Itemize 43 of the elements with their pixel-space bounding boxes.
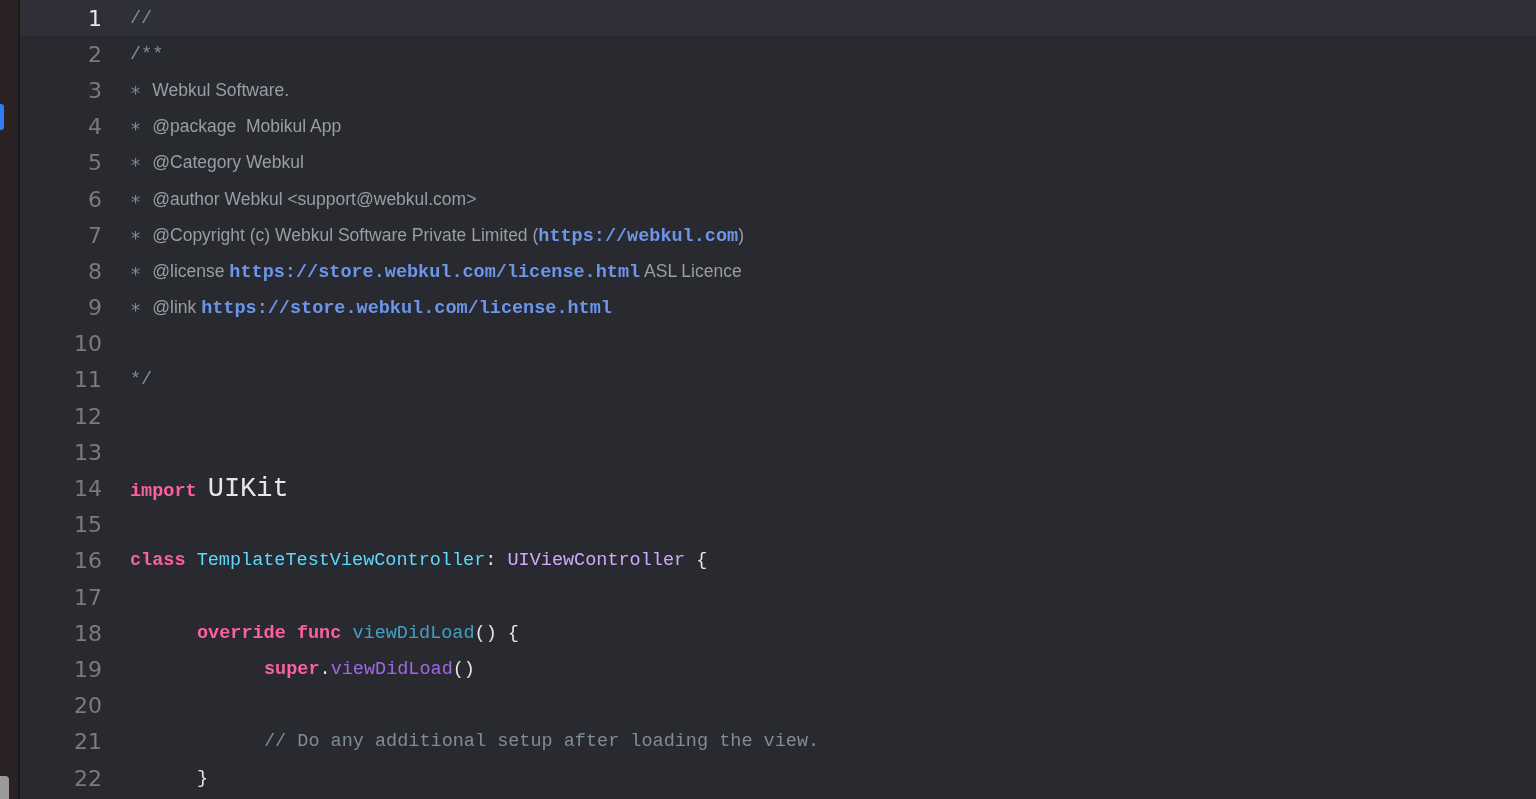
code-line: // — [130, 7, 153, 29]
code-line: ∗ @license https://store.webkul.com/license.html ASL Licence — [130, 259, 742, 283]
code-line: ∗ @author Webkul <support@webkul.com> — [130, 187, 477, 211]
code-line: ∗ Webkul Software. — [130, 78, 290, 102]
code-line: } — [197, 767, 209, 789]
code-line: override func viewDidLoad() { — [197, 622, 519, 644]
link[interactable]: https://store.webkul.com/license.html — [201, 298, 612, 320]
line-number: 4 — [87, 114, 102, 140]
link[interactable]: https://store.webkul.com/license.html — [229, 261, 641, 283]
line-number: 20 — [73, 693, 102, 719]
line-number: 6 — [87, 186, 102, 212]
line-number: 2 — [87, 41, 102, 67]
line-number: 21 — [73, 729, 102, 755]
selection-indicator — [0, 104, 4, 130]
code-line: ∗ @link https://store.webkul.com/license.html — [130, 296, 612, 320]
code-line: import UIKit — [130, 473, 289, 504]
code-line: /** — [130, 43, 164, 65]
line-number: 9 — [87, 295, 102, 321]
code-line: ∗ @package Mobikul App — [130, 115, 342, 139]
code-line: class TemplateTestViewController: UIViewController { — [130, 550, 708, 572]
line-number: 13 — [73, 439, 102, 465]
line-number: 15 — [73, 512, 102, 538]
panel-tab[interactable] — [0, 776, 9, 799]
line-number: 10 — [73, 331, 102, 357]
line-number: 14 — [73, 476, 102, 502]
code-line: */ — [130, 369, 153, 391]
code-line: ∗ @Category Webkul — [130, 151, 304, 175]
link[interactable]: https://webkul.com — [538, 225, 739, 247]
line-number: 17 — [73, 584, 102, 610]
line-number: 7 — [87, 222, 102, 248]
code-line: // Do any additional setup after loading the view. — [264, 731, 820, 753]
line-number: 1 — [87, 5, 102, 31]
line-number: 12 — [73, 403, 102, 429]
code-line: ∗ @Copyright (c) Webkul Software Private Limited (https://webkul.com) — [130, 223, 744, 247]
line-number: 5 — [87, 150, 102, 176]
line-number: 3 — [87, 77, 102, 103]
code-line: super.viewDidLoad() — [264, 658, 475, 680]
line-number: 18 — [73, 620, 102, 646]
line-number: 22 — [73, 765, 102, 791]
line-number: 19 — [73, 656, 102, 682]
line-number: 11 — [73, 367, 102, 393]
line-number: 16 — [73, 548, 102, 574]
line-number: 8 — [87, 258, 102, 284]
